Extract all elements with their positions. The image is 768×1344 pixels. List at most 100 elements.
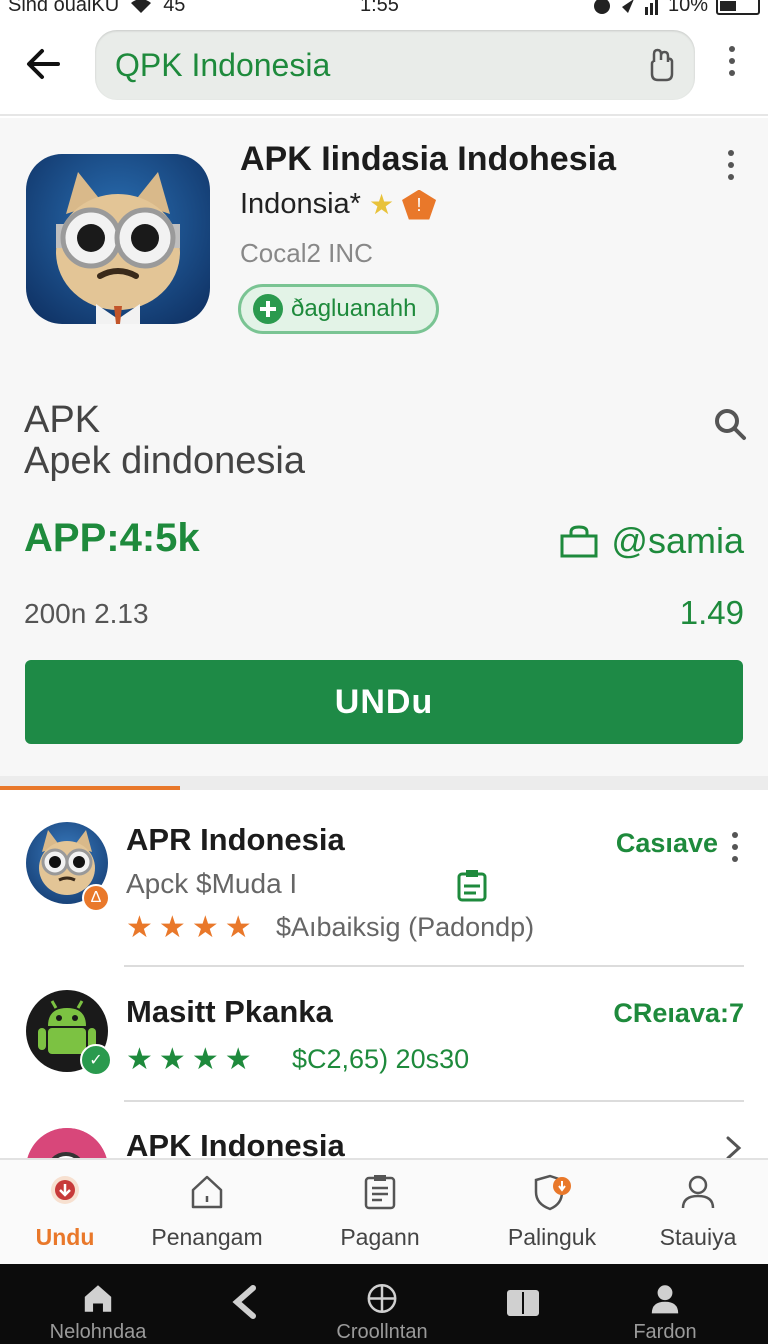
- list-item-avatar: [26, 1128, 108, 1160]
- list-item-action-button[interactable]: CReıava:7: [613, 998, 744, 1029]
- nav-item-palinguk[interactable]: Palinguk: [494, 1160, 610, 1266]
- list-item[interactable]: APK Indonesia: [0, 1120, 768, 1160]
- apk-name: Apek dindonesia: [24, 440, 305, 482]
- nav-label: Undu: [35, 1224, 95, 1250]
- nav-label: Pagann: [340, 1224, 420, 1250]
- book-icon: [507, 1290, 539, 1316]
- plus-circle-icon: [253, 294, 283, 324]
- system-navigation-bar: Nelohndaa Croollntan Fardon: [0, 1264, 768, 1344]
- app-subtitle-row: Indonsia* ★ !: [240, 188, 437, 221]
- apk-label: APK: [24, 399, 101, 441]
- search-query: QPK Indonesia: [115, 47, 331, 83]
- list-item[interactable]: ✓ Masitt Pkanka ★ ★ ★ ★ $C2,65) 20s30 CR…: [0, 988, 768, 1108]
- nav-label: Penangam: [151, 1224, 263, 1250]
- list-item[interactable]: Δ APR Indonesia Apck $Muda I ★ ★ ★ ★ $Aı…: [0, 820, 768, 970]
- app-store-link[interactable]: @samia: [559, 520, 744, 562]
- nav-item-pagann[interactable]: Pagann: [330, 1160, 430, 1266]
- app-meta-right: 1.49: [679, 594, 744, 631]
- battery-icon: [716, 0, 760, 15]
- app-store-label: @samia: [611, 520, 744, 561]
- rating-stars: ★ ★ ★ ★: [126, 1042, 252, 1077]
- star-icon: ★: [158, 911, 186, 944]
- app-list: Δ APR Indonesia Apck $Muda I ★ ★ ★ ★ $Aı…: [0, 790, 768, 1160]
- app-more-button[interactable]: [728, 150, 734, 180]
- list-item-meta: $Aıbaiksig (Padondp): [276, 912, 535, 942]
- magnifier-badge-icon: [26, 1128, 108, 1160]
- wifi-icon: [131, 0, 152, 13]
- search-input[interactable]: QPK Indonesia: [95, 30, 695, 100]
- list-item-action-button[interactable]: Casıave: [616, 828, 718, 859]
- system-nav-label: Fardon: [633, 1321, 697, 1343]
- star-icon: ★: [224, 911, 252, 944]
- alarm-icon: [593, 0, 610, 14]
- award-badge-icon: !: [402, 189, 437, 220]
- search-icon: [715, 409, 746, 440]
- clipboard-icon: [364, 1175, 396, 1210]
- nav-item-stauiya[interactable]: Stauiya: [652, 1160, 744, 1266]
- status-bar: Sind oualKU 45 1:55 10%: [0, 0, 768, 18]
- crosshair-icon: [367, 1284, 397, 1313]
- divider: [124, 1100, 744, 1102]
- overflow-menu-button[interactable]: [720, 46, 744, 86]
- star-icon: ★: [126, 1043, 153, 1076]
- divider: [124, 965, 744, 967]
- location-icon: [621, 0, 634, 13]
- person-icon: [651, 1285, 679, 1314]
- star-icon: ★: [158, 1043, 186, 1076]
- system-profile-button[interactable]: Fardon: [620, 1264, 710, 1344]
- app-icon[interactable]: [26, 154, 210, 324]
- download-icon: [51, 1176, 79, 1204]
- app-title: APK Iindasia Indohesia: [240, 140, 616, 178]
- app-meta-left: 200n 2.13: [24, 598, 149, 629]
- verified-chip[interactable]: ðagluanahh: [238, 284, 440, 334]
- system-library-button[interactable]: [500, 1264, 546, 1344]
- carrier-label: Sind oualKU: [8, 0, 120, 16]
- verified-chip-label: ðagluanahh: [291, 295, 417, 322]
- star-icon: ★: [126, 911, 153, 944]
- clock: 1:55: [360, 0, 399, 16]
- system-home-button[interactable]: Nelohndaa: [38, 1264, 158, 1344]
- system-back-button[interactable]: [220, 1264, 270, 1344]
- shopping-bag-icon: [560, 525, 598, 558]
- app-downloads-stat: APP:4:5k: [24, 516, 200, 560]
- app-details-card: APK Iindasia Indohesia Indonsia* ★ ! Coc…: [0, 118, 768, 776]
- signal-label: 45: [163, 0, 186, 16]
- back-button[interactable]: [22, 42, 66, 86]
- section-tab-indicator: [0, 776, 768, 790]
- list-item-title: APK Indonesia: [126, 1128, 345, 1160]
- signal-bars-icon: [644, 0, 658, 15]
- list-item-subtitle: Apck $Muda I: [126, 868, 298, 899]
- chevron-right-icon[interactable]: [724, 1134, 744, 1160]
- nav-item-undu[interactable]: Undu: [18, 1160, 112, 1266]
- system-nav-label: Croollntan: [336, 1321, 428, 1343]
- app-developer: Cocal2 INC: [240, 238, 373, 268]
- star-icon: ★: [191, 1043, 219, 1076]
- check-badge-icon: ✓: [80, 1044, 112, 1076]
- app-subtitle: Indonsia*: [240, 188, 361, 220]
- star-icon: ★: [224, 1043, 252, 1076]
- nav-label: Stauiya: [659, 1224, 737, 1250]
- nav-item-penangam[interactable]: Penangam: [148, 1160, 266, 1266]
- nav-label: Palinguk: [507, 1224, 597, 1250]
- share-button[interactable]: [647, 46, 677, 84]
- list-item-meta: $C2,65) 20s30: [292, 1044, 470, 1074]
- star-icon: ★: [368, 189, 395, 220]
- rating-stars: ★ ★ ★ ★: [126, 910, 252, 945]
- list-item-more-button[interactable]: [732, 832, 738, 862]
- back-icon: [232, 1285, 256, 1319]
- system-recents-button[interactable]: Croollntan: [324, 1264, 440, 1344]
- star-icon: ★: [191, 911, 219, 944]
- download-button[interactable]: UNDu: [25, 660, 743, 744]
- list-item-title: APR Indonesia: [126, 822, 345, 857]
- home-icon: [84, 1285, 112, 1312]
- search-header: QPK Indonesia: [0, 18, 768, 116]
- cat-mascot-icon: [56, 172, 180, 324]
- warning-badge-icon: Δ: [82, 884, 110, 912]
- list-item-title: Masitt Pkanka: [126, 994, 333, 1029]
- clipboard-check-icon: [457, 870, 487, 902]
- arrow-left-icon: [27, 49, 60, 79]
- battery-percent: 10%: [667, 0, 708, 16]
- system-nav-label: Nelohndaa: [49, 1321, 147, 1343]
- home-icon: [191, 1175, 223, 1209]
- search-button[interactable]: [712, 406, 748, 442]
